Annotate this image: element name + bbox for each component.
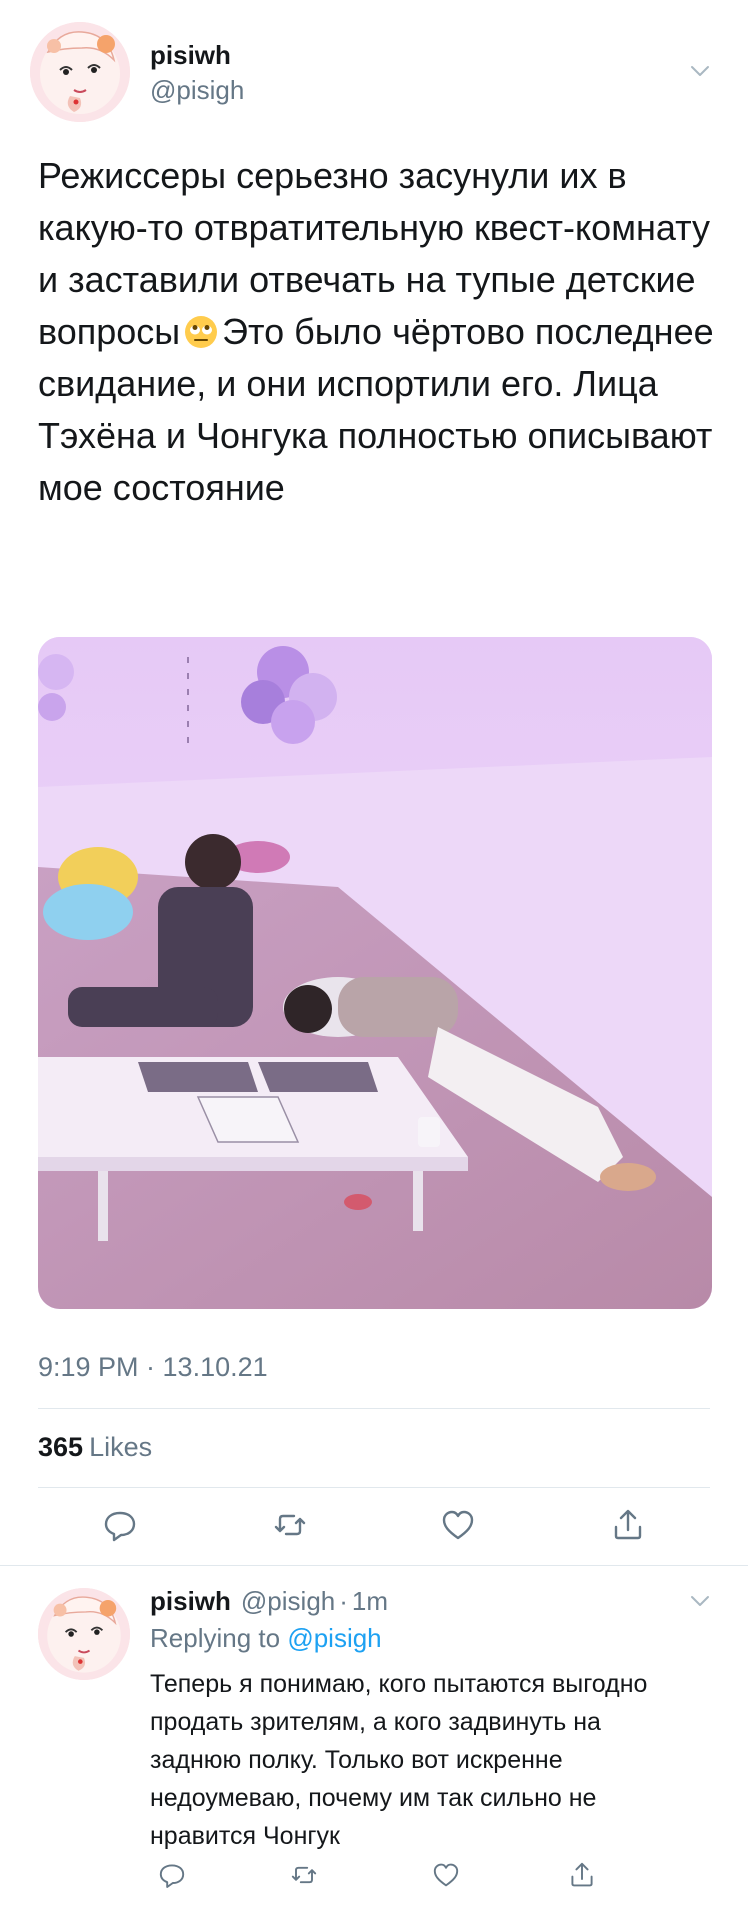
tweet-photo[interactable] xyxy=(38,637,712,1309)
reply-time[interactable]: 1m xyxy=(352,1586,388,1616)
replying-label: Replying to xyxy=(150,1623,281,1653)
divider xyxy=(38,1487,710,1488)
replying-mention-link[interactable]: @pisigh xyxy=(287,1623,381,1653)
chevron-down-icon[interactable] xyxy=(687,1588,713,1614)
like-icon[interactable] xyxy=(438,1505,478,1545)
tweet-action-bar xyxy=(0,1505,748,1555)
likes-number: 365 xyxy=(38,1432,84,1462)
reply-icon[interactable] xyxy=(156,1859,188,1891)
reply-text: Теперь я понимаю, кого пытаются выгодно … xyxy=(150,1670,648,1850)
anime-girl-avatar-icon xyxy=(30,22,130,122)
author-avatar[interactable] xyxy=(30,22,130,122)
photo-two-people-purple-room-icon xyxy=(38,637,712,1309)
retweet-icon[interactable] xyxy=(270,1505,310,1545)
eye-roll-emoji-icon xyxy=(184,311,218,348)
reply-icon[interactable] xyxy=(100,1505,140,1545)
divider xyxy=(38,1408,710,1409)
divider xyxy=(0,1565,748,1566)
reply-author-handle[interactable]: @pisigh xyxy=(241,1586,335,1616)
reply-meta-separator: · xyxy=(339,1586,348,1616)
reply-author-avatar[interactable] xyxy=(38,1588,130,1680)
author-name[interactable]: pisiwh xyxy=(150,40,231,71)
likes-label: Likes xyxy=(89,1432,153,1462)
anime-girl-avatar-icon xyxy=(38,1588,130,1680)
reply-action-bar xyxy=(0,1855,748,1905)
chevron-down-icon[interactable] xyxy=(687,58,713,84)
like-icon[interactable] xyxy=(430,1859,462,1891)
tweet-text: Режиссеры серьезно засунули их в какую-т… xyxy=(38,150,718,514)
retweet-icon[interactable] xyxy=(288,1859,320,1891)
author-handle[interactable]: @pisigh xyxy=(150,75,244,106)
share-icon[interactable] xyxy=(608,1505,648,1545)
tweet-timestamp[interactable]: 9:19 PM · 13.10.21 xyxy=(38,1352,268,1383)
likes-count[interactable]: 365 Likes xyxy=(38,1432,152,1463)
reply-author-name[interactable]: pisiwh xyxy=(150,1586,231,1616)
replying-to: Replying to @pisigh xyxy=(150,1623,382,1654)
reply-header: pisiwh @pisigh · 1m xyxy=(150,1586,388,1617)
share-icon[interactable] xyxy=(566,1859,598,1891)
